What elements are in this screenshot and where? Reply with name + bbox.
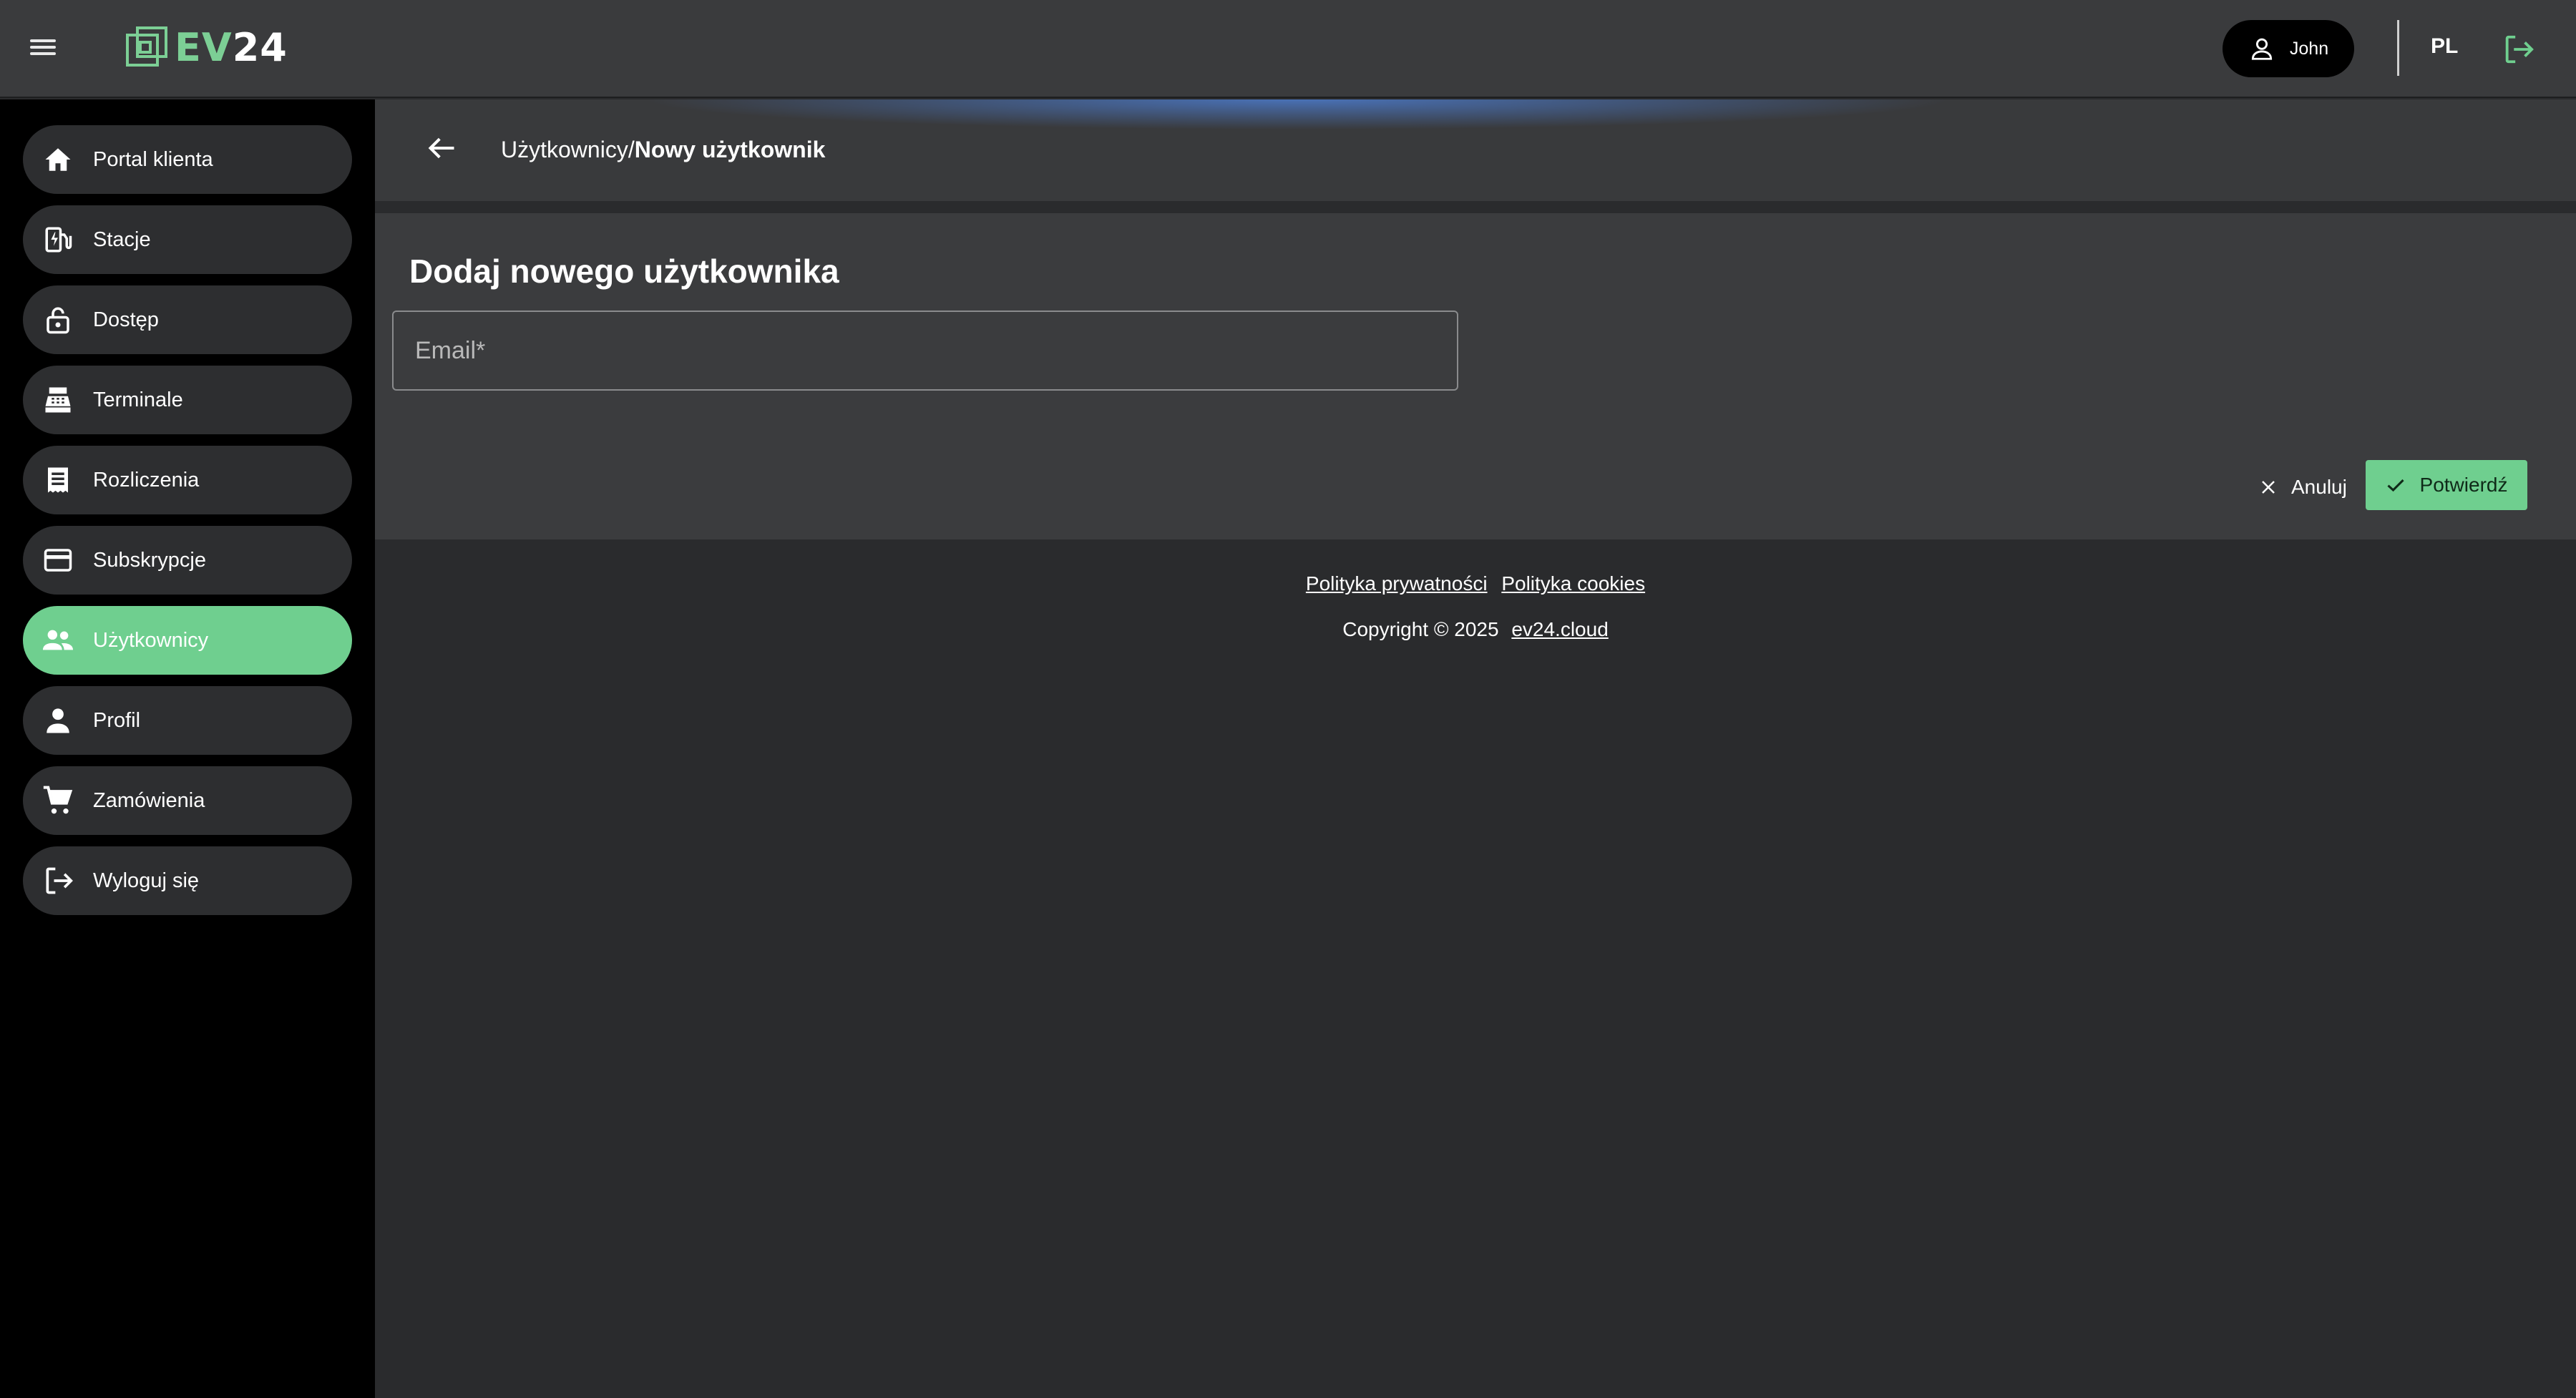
sidebar-item-label: Rozliczenia xyxy=(93,468,200,492)
home-icon xyxy=(40,142,76,177)
confirm-button[interactable]: Potwierdź xyxy=(2366,460,2527,510)
form-title: Dodaj nowego użytkownika xyxy=(409,253,839,290)
sidebar-item-label: Profil xyxy=(93,708,141,732)
sidebar-item-subscriptions[interactable]: Subskrypcje xyxy=(23,526,352,595)
sidebar-item-label: Użytkownicy xyxy=(93,628,209,652)
sidebar-item-label: Subskrypcje xyxy=(93,548,206,572)
page-header: Użytkownicy/Nowy użytkownik xyxy=(375,99,2576,202)
user-icon xyxy=(2251,38,2272,60)
sidebar-item-users[interactable]: Użytkownicy xyxy=(23,606,352,675)
copyright-text: Copyright © 2025 xyxy=(1342,618,1499,640)
person-icon xyxy=(40,703,76,738)
sidebar-item-label: Terminale xyxy=(93,388,183,411)
top-divider xyxy=(2397,20,2399,76)
logout-icon[interactable] xyxy=(2502,33,2534,69)
sidebar-item-logout[interactable]: Wyloguj się xyxy=(23,846,352,915)
footer-links: Polityka prywatności Polityka cookies xyxy=(375,572,2576,595)
sidebar-item-terminals[interactable]: Terminale xyxy=(23,366,352,434)
email-field[interactable] xyxy=(392,311,1458,391)
sidebar: Portal klienta Stacje Dostęp Terminale R… xyxy=(0,99,375,1398)
users-icon xyxy=(40,622,76,658)
close-icon xyxy=(2262,481,2275,494)
copyright: Copyright © 2025 ev24.cloud xyxy=(375,618,2576,641)
hamburger-menu-icon[interactable] xyxy=(27,36,59,62)
app-logo[interactable]: EV24 xyxy=(125,23,288,72)
sidebar-item-billing[interactable]: Rozliczenia xyxy=(23,446,352,514)
sidebar-item-label: Wyloguj się xyxy=(93,869,200,892)
check-icon xyxy=(2387,479,2404,492)
back-arrow-icon[interactable] xyxy=(426,132,458,167)
cancel-label: Anuluj xyxy=(2291,476,2347,498)
sidebar-item-access[interactable]: Dostęp xyxy=(23,285,352,354)
sidebar-item-portal[interactable]: Portal klienta xyxy=(23,125,352,194)
confirm-label: Potwierdź xyxy=(2419,474,2508,496)
logo-mark-icon xyxy=(126,26,167,67)
logout-icon xyxy=(40,863,76,899)
lock-icon xyxy=(40,302,76,338)
cancel-button[interactable]: Anuluj xyxy=(2238,462,2353,512)
privacy-policy-link[interactable]: Polityka prywatności xyxy=(1306,572,1488,595)
cart-icon xyxy=(40,783,76,818)
breadcrumb: Użytkownicy/Nowy użytkownik xyxy=(501,137,825,163)
language-switch[interactable]: PL xyxy=(2431,34,2458,59)
ev-station-icon xyxy=(40,222,76,258)
site-link[interactable]: ev24.cloud xyxy=(1511,618,1608,640)
user-name: John xyxy=(2289,38,2329,59)
terminal-icon xyxy=(40,382,76,418)
sidebar-item-label: Portal klienta xyxy=(93,147,213,171)
breadcrumb-parent[interactable]: Użytkownicy/ xyxy=(501,137,635,162)
user-menu-button[interactable]: John xyxy=(2223,20,2354,77)
sidebar-item-orders[interactable]: Zamówienia xyxy=(23,766,352,835)
sidebar-item-label: Zamówienia xyxy=(93,788,205,812)
top-bar: EV24 John PL xyxy=(0,0,2576,98)
sidebar-item-profile[interactable]: Profil xyxy=(23,686,352,755)
logo-text: EV24 xyxy=(175,24,288,70)
sidebar-item-label: Stacje xyxy=(93,228,151,251)
cookies-policy-link[interactable]: Polityka cookies xyxy=(1501,572,1645,595)
new-user-form: Dodaj nowego użytkownika Anuluj Potwierd… xyxy=(375,213,2576,539)
breadcrumb-current: Nowy użytkownik xyxy=(634,137,826,162)
credit-card-icon xyxy=(40,542,76,578)
receipt-icon xyxy=(40,462,76,498)
sidebar-item-stations[interactable]: Stacje xyxy=(23,205,352,274)
sidebar-item-label: Dostęp xyxy=(93,308,159,331)
